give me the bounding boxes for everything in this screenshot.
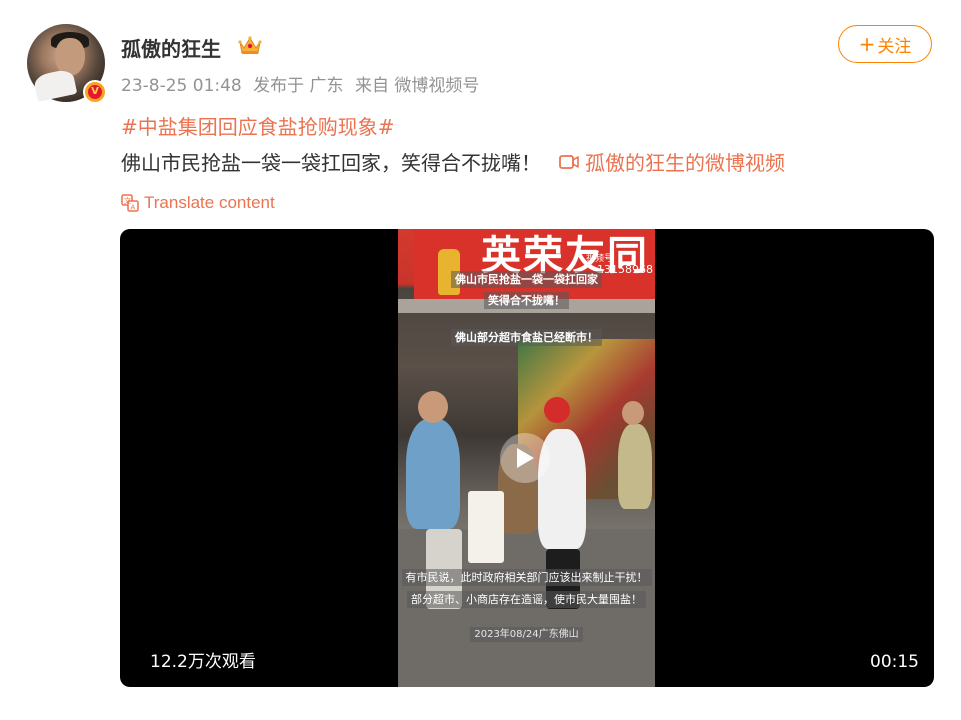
verified-letter: V [88, 85, 102, 99]
shop-sign: 英荣友同 13158968 [414, 229, 655, 299]
translate-icon: 文 A [121, 194, 139, 212]
translate-button[interactable]: 文 A Translate content [121, 193, 275, 213]
crown-icon [238, 36, 262, 54]
person-head [622, 401, 644, 425]
person-head [418, 391, 448, 423]
video-caption: 有市民说，此时政府相关部门应该出来制止干扰！ [398, 569, 655, 586]
video-caption: 佛山市民抢盐一袋一袋扛回家 [398, 271, 655, 288]
view-count: 12.2万次观看 [150, 652, 256, 672]
verified-v-icon: V [83, 80, 107, 104]
post-timestamp[interactable]: 23-8-25 01:48 [121, 76, 242, 96]
video-link-label: 孤傲的狂生的微博视频 [585, 151, 785, 175]
video-watermark: 视频号 [586, 254, 614, 264]
person-figure [406, 419, 460, 529]
video-duration: 00:15 [870, 652, 919, 672]
post-location: 发布于 广东 [253, 76, 344, 96]
video-caption: 部分超市、小商店存在造谣，使市民大量囤盐！ [398, 591, 655, 608]
video-caption: 佛山部分超市食盐已经断市！ [398, 329, 655, 346]
play-button[interactable] [500, 433, 550, 483]
follow-label: 关注 [877, 36, 912, 57]
svg-text:A: A [131, 204, 136, 212]
video-link[interactable]: 孤傲的狂生的微博视频 [559, 147, 785, 176]
video-player[interactable]: 英荣友同 13158968 视频号 佛山市民抢盐一袋一袋扛回家 笑得合不拢嘴！ … [120, 229, 934, 687]
post-text: 佛山市民抢盐一袋一袋扛回家，笑得合不拢嘴！ [121, 151, 541, 175]
video-caption: 笑得合不拢嘴！ [398, 292, 655, 309]
video-camera-icon [559, 154, 579, 169]
topic-hashtag[interactable]: #中盐集团回应食盐抢购现象# [121, 111, 395, 140]
post-body: 佛山市民抢盐一袋一袋扛回家，笑得合不拢嘴！ 孤傲的狂生的微博视频 [121, 147, 785, 176]
play-icon [517, 448, 534, 468]
author-name[interactable]: 孤傲的狂生 [121, 33, 221, 62]
follow-button[interactable]: + 关注 [838, 25, 932, 63]
translate-label: Translate content [144, 193, 275, 212]
salt-bag [468, 491, 504, 563]
post-source[interactable]: 来自 微博视频号 [355, 76, 479, 96]
person-figure [618, 424, 652, 509]
post-meta: 23-8-25 01:48 发布于 广东 来自 微博视频号 [121, 71, 485, 96]
plus-icon: + [858, 32, 876, 56]
avatar-shirt [32, 68, 78, 102]
person-helmet [544, 397, 570, 423]
video-caption: 2023年08/24广东佛山 [398, 625, 655, 642]
